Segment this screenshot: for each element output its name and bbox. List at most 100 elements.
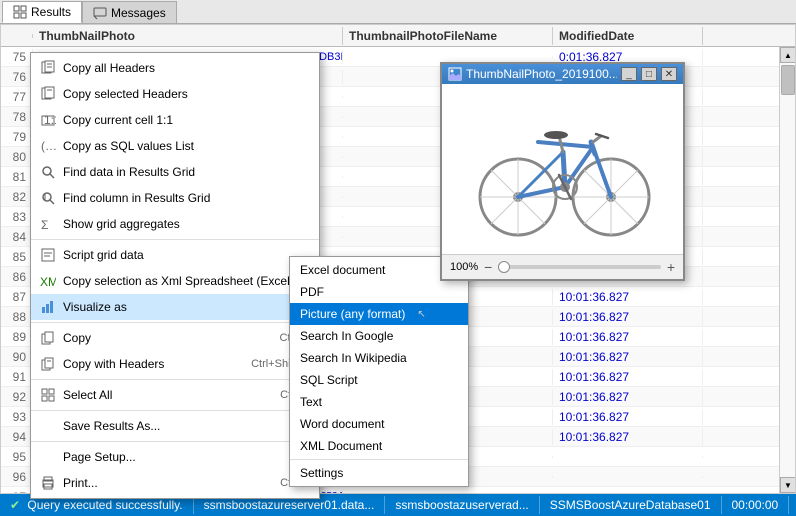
menu-visualize-as[interactable]: Visualize as ▶ xyxy=(31,294,319,320)
zoom-slider[interactable] xyxy=(498,265,660,269)
grid-header: ThumbNailPhoto ThumbnailPhotoFileName Mo… xyxy=(1,25,795,47)
menu-copy-selected-headers[interactable]: Copy selected Headers xyxy=(31,81,319,107)
print-icon xyxy=(39,474,57,492)
visualize-submenu: Excel document PDF Picture (any format) … xyxy=(289,256,469,487)
status-database-server: ssmsboostazuserverad... xyxy=(385,496,539,514)
menu-label: Copy current cell 1:1 xyxy=(63,113,173,127)
scroll-track[interactable] xyxy=(780,63,795,477)
menu-find-data[interactable]: Find data in Results Grid xyxy=(31,159,319,185)
submenu-search-google[interactable]: Search In Google xyxy=(290,325,468,347)
vertical-scrollbar[interactable]: ▲ ▼ xyxy=(779,47,795,493)
cursor-indicator: ↖ xyxy=(417,309,425,320)
copy-all-headers-icon xyxy=(39,59,57,77)
tab-results-label: Results xyxy=(31,5,71,19)
header-date: ModifiedDate xyxy=(553,27,703,45)
submenu-label: XML Document xyxy=(300,439,382,453)
menu-copy-sql[interactable]: (…) Copy as SQL values List xyxy=(31,133,319,159)
menu-copy-cell[interactable]: 1:1 Copy current cell 1:1 xyxy=(31,107,319,133)
submenu-search-wikipedia[interactable]: Search In Wikipedia xyxy=(290,347,468,369)
page-setup-icon xyxy=(39,448,57,466)
header-rownum xyxy=(1,34,33,38)
menu-copy-all-headers[interactable]: Copy all Headers xyxy=(31,55,319,81)
grid-icon xyxy=(13,5,27,19)
submenu-sql-script[interactable]: SQL Script xyxy=(290,369,468,391)
sql-copy-icon: (…) xyxy=(39,137,57,155)
menu-copy[interactable]: Copy Ctrl+C xyxy=(31,325,319,351)
submenu-picture[interactable]: Picture (any format) ↖ xyxy=(290,303,468,325)
tab-messages[interactable]: Messages xyxy=(82,1,177,23)
menu-script-grid[interactable]: Script grid data xyxy=(31,242,319,268)
popup-titlebar: ThumbNailPhoto_2019100... _ □ ✕ xyxy=(442,64,683,84)
menu-copy-with-headers[interactable]: Copy with Headers Ctrl+Shift+C xyxy=(31,351,319,377)
menu-label: Show grid aggregates xyxy=(63,217,180,231)
zoom-minus-btn[interactable]: − xyxy=(484,259,492,275)
popup-close-btn[interactable]: ✕ xyxy=(661,67,677,81)
scroll-up-btn[interactable]: ▲ xyxy=(780,47,796,63)
scroll-down-btn[interactable]: ▼ xyxy=(780,477,796,493)
menu-page-setup[interactable]: Page Setup... xyxy=(31,444,319,470)
popup-minimize-btn[interactable]: _ xyxy=(621,67,637,81)
separator-3 xyxy=(31,379,319,380)
menu-label: Script grid data xyxy=(63,248,144,262)
cell-rownum: 76 xyxy=(1,69,33,85)
xml-icon: XML xyxy=(39,272,57,290)
popup-footer: 100% − + xyxy=(442,254,683,279)
submenu-settings[interactable]: Settings xyxy=(290,462,468,484)
menu-show-aggregates[interactable]: Σ Show grid aggregates xyxy=(31,211,319,237)
header-thumbnail: ThumbNailPhoto xyxy=(33,27,343,45)
menu-label: Print... xyxy=(63,476,98,490)
menu-label: Copy selected Headers xyxy=(63,87,188,101)
popup-title: ThumbNailPhoto_2019100... xyxy=(466,67,617,81)
menu-find-column[interactable]: Find column in Results Grid xyxy=(31,185,319,211)
svg-text:XML: XML xyxy=(40,275,56,289)
copy-icon xyxy=(39,329,57,347)
script-icon xyxy=(39,246,57,264)
popup-maximize-btn[interactable]: □ xyxy=(641,67,657,81)
aggregates-icon: Σ xyxy=(39,215,57,233)
submenu-xml[interactable]: XML Document xyxy=(290,435,468,457)
cell-rownum: 75 xyxy=(1,49,33,65)
tab-bar: Results Messages xyxy=(0,0,796,24)
separator-1 xyxy=(31,239,319,240)
menu-copy-xml[interactable]: XML Copy selection as Xml Spreadsheet (E… xyxy=(31,268,319,294)
copy-cell-icon: 1:1 xyxy=(39,111,57,129)
main-area: ThumbNailPhoto ThumbnailPhotoFileName Mo… xyxy=(0,24,796,494)
submenu-text[interactable]: Text xyxy=(290,391,468,413)
submenu-label: PDF xyxy=(300,285,324,299)
popup-content xyxy=(442,84,683,254)
message-icon xyxy=(93,6,107,20)
submenu-word[interactable]: Word document xyxy=(290,413,468,435)
bicycle-image xyxy=(463,92,663,247)
status-time: 00:00:00 xyxy=(722,496,790,514)
menu-label: Save Results As... xyxy=(63,419,160,433)
submenu-pdf[interactable]: PDF xyxy=(290,281,468,303)
status-db-name: SSMSBoostAzureDatabase01 xyxy=(540,496,722,514)
menu-save-results[interactable]: Save Results As... xyxy=(31,413,319,439)
copy-selected-headers-icon xyxy=(39,85,57,103)
submenu-separator xyxy=(290,459,468,460)
menu-select-all[interactable]: Select All Ctrl+A xyxy=(31,382,319,408)
separator-4 xyxy=(31,410,319,411)
submenu-label: Word document xyxy=(300,417,385,431)
menu-label: Find data in Results Grid xyxy=(63,165,195,179)
image-popup: ThumbNailPhoto_2019100... _ □ ✕ xyxy=(440,62,685,281)
menu-print[interactable]: Print... Ctrl+P xyxy=(31,470,319,496)
svg-text:(…): (…) xyxy=(41,139,56,153)
status-check-icon: ✔ xyxy=(10,498,20,512)
menu-label: Copy as SQL values List xyxy=(63,139,194,153)
find-column-icon xyxy=(39,189,57,207)
copy-headers-icon xyxy=(39,355,57,373)
zoom-thumb[interactable] xyxy=(498,261,510,273)
menu-label: Copy selection as Xml Spreadsheet (Excel… xyxy=(63,274,294,288)
image-icon xyxy=(448,67,462,81)
menu-label: Copy xyxy=(63,331,91,345)
select-all-icon xyxy=(39,386,57,404)
zoom-plus-btn[interactable]: + xyxy=(667,259,675,275)
scroll-thumb[interactable] xyxy=(781,65,795,95)
visualize-icon xyxy=(39,298,57,316)
tab-messages-label: Messages xyxy=(111,6,166,20)
menu-label: Visualize as xyxy=(63,300,127,314)
tab-results[interactable]: Results xyxy=(2,1,82,23)
submenu-label: Search In Google xyxy=(300,329,393,343)
submenu-label: Search In Wikipedia xyxy=(300,351,407,365)
